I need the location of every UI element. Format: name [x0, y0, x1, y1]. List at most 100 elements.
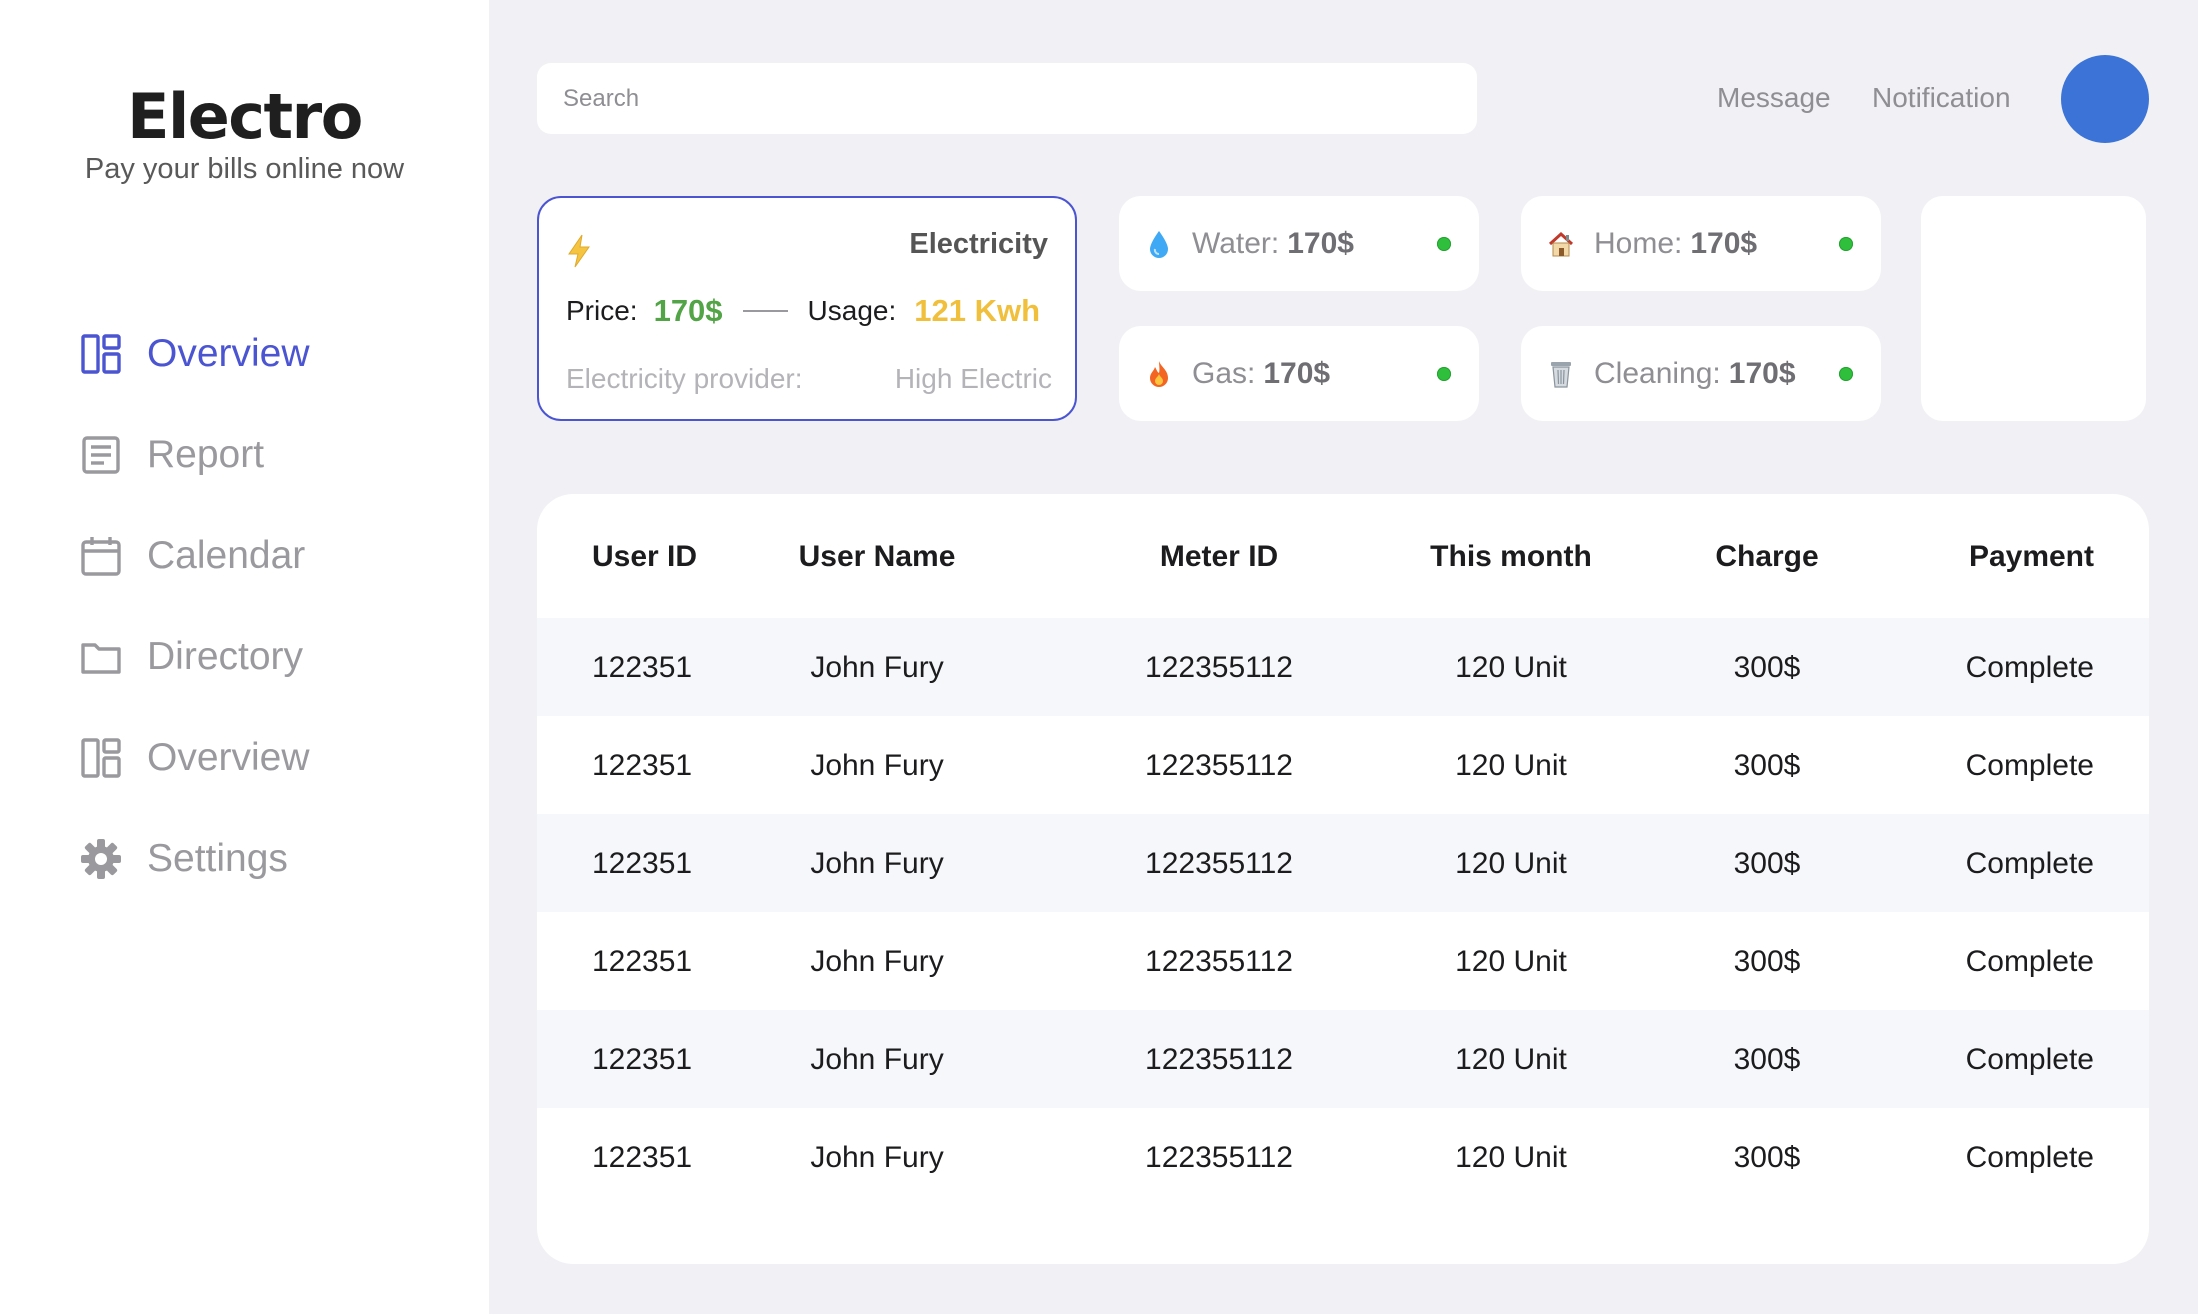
cell-text: 122355112 — [1145, 945, 1293, 978]
table-row[interactable]: 122351 John Fury 122355112 120 Unit 300$ Comp… — [537, 618, 2149, 716]
electricity-summary: Price: 170$ Usage: 121 Kwh — [566, 293, 1052, 329]
status-dot — [1437, 236, 1451, 251]
column-header-label: Charge — [1715, 540, 1819, 573]
column-header-label: This month — [1430, 540, 1592, 573]
column-header-payment: Payment — [1968, 540, 2094, 573]
sidebar-item-overview-2[interactable]: Overview — [80, 723, 310, 793]
bill-label: Water: — [1192, 226, 1280, 260]
water-drop-icon — [1150, 230, 1168, 258]
gear-icon — [81, 839, 121, 879]
cleaning-card[interactable]: Cleaning: 170$ — [1521, 326, 1881, 421]
cell-text: 122355112 — [1145, 847, 1293, 880]
sidebar-item-label: Overview — [147, 332, 310, 375]
price-label: Price: — [566, 295, 638, 326]
cell-text: 120 Unit — [1455, 749, 1567, 782]
cell-text: Complete — [1965, 1141, 2094, 1174]
sidebar-item-calendar[interactable]: Calendar — [80, 521, 310, 591]
sidebar-item-label: Overview — [147, 736, 310, 779]
cell-text: 122351 — [592, 945, 693, 978]
sidebar-item-label: Settings — [147, 837, 288, 880]
cell-text: 122355112 — [1145, 1043, 1293, 1076]
folder-icon — [81, 643, 121, 674]
brand-title: Electro — [127, 80, 363, 153]
table-row[interactable]: 122351 John Fury 122355112 120 Unit 300$ Comp… — [537, 1108, 2149, 1206]
cell-text: 120 Unit — [1455, 651, 1567, 684]
cell-text: 122351 — [592, 651, 693, 684]
cell-text: John Fury — [810, 847, 944, 880]
brand-subtitle: Pay your bills online now — [84, 153, 405, 185]
sidebar-item-label: Directory — [147, 635, 304, 678]
cell-text: 300$ — [1733, 847, 1801, 880]
cell-text: Complete — [1965, 749, 2094, 782]
column-header-label: User Name — [798, 540, 956, 573]
empty-card — [1921, 196, 2146, 421]
table-header: User ID User Name Meter ID This month Ch… — [537, 494, 2149, 618]
cell-text: 300$ — [1733, 945, 1801, 978]
provider-label: Electricity provider: — [566, 363, 803, 394]
fire-icon — [1150, 360, 1168, 387]
usage-value: 121 Kwh — [914, 293, 1041, 328]
cell-text: 122351 — [592, 1043, 693, 1076]
trash-bin-icon — [1551, 361, 1571, 388]
user-id-cell: 122351 — [592, 1141, 692, 1175]
table-row[interactable]: 122351 John Fury 122355112 120 Unit 300$ Comp… — [537, 814, 2149, 912]
bill-label: Home: — [1594, 226, 1683, 260]
table-row[interactable]: 122351 John Fury 122355112 120 Unit 300$ Comp… — [537, 1010, 2149, 1108]
electricity-provider: Electricity provider: High Electric — [566, 363, 1052, 395]
user-id-cell: 122351 — [592, 945, 692, 979]
user-id-cell: 122351 — [592, 1043, 692, 1077]
avatar[interactable] — [2061, 55, 2149, 143]
sidebar-item-directory[interactable]: Directory — [80, 622, 310, 692]
cell-text: 122351 — [592, 749, 693, 782]
status-dot — [1437, 366, 1451, 381]
price-value: 170$ — [653, 293, 723, 328]
cell-text: 122351 — [592, 1141, 693, 1174]
cell-text: John Fury — [810, 945, 944, 978]
electricity-card[interactable]: Electricity Price: 170$ Usage: 121 Kwh E… — [537, 196, 1077, 421]
cell-text: 120 Unit — [1455, 1141, 1567, 1174]
bill-label: Cleaning: — [1594, 356, 1721, 390]
cell-text: 120 Unit — [1455, 945, 1567, 978]
cell-text: Complete — [1965, 847, 2094, 880]
water-card[interactable]: Water: 170$ — [1119, 196, 1479, 291]
sidebar-item-label: Report — [147, 433, 265, 476]
cell-text: 122355112 — [1145, 1141, 1293, 1174]
calendar-icon — [81, 537, 121, 576]
sidebar-item-report[interactable]: Report — [80, 420, 310, 490]
bill-value: 170$ — [1690, 226, 1758, 260]
table-row[interactable]: 122351 John Fury 122355112 120 Unit 300$ Comp… — [537, 912, 2149, 1010]
home-card[interactable]: Home: 170$ — [1521, 196, 1881, 291]
status-dot — [1839, 236, 1853, 251]
payment-cell: Complete — [1966, 749, 2094, 783]
column-header-label: Meter ID — [1159, 540, 1279, 573]
notification-link[interactable]: Notification — [1872, 82, 2011, 114]
cell-text: 300$ — [1733, 651, 1801, 684]
column-header-user-id: User ID — [592, 540, 698, 573]
dashboard-icon — [81, 738, 121, 778]
sidebar-item-settings[interactable]: Settings — [80, 824, 310, 894]
user-id-cell: 122351 — [592, 651, 692, 685]
status-dot — [1839, 366, 1853, 381]
message-link[interactable]: Message — [1717, 82, 1831, 114]
sidebar-item-overview[interactable]: Overview — [80, 319, 310, 389]
cell-text: 122351 — [592, 847, 693, 880]
cell-text: John Fury — [810, 651, 944, 684]
provider-value: High Electric — [894, 363, 1052, 394]
cell-text: 300$ — [1733, 749, 1801, 782]
billing-table: User ID User Name Meter ID This month Ch… — [537, 494, 2149, 1264]
gas-card[interactable]: Gas: 170$ — [1119, 326, 1479, 421]
bill-label: Gas: — [1192, 356, 1256, 390]
table-row[interactable]: 122351 John Fury 122355112 120 Unit 300$ Comp… — [537, 716, 2149, 814]
payment-cell: Complete — [1966, 651, 2094, 685]
bill-value: 170$ — [1728, 356, 1796, 390]
search-bar — [537, 63, 1477, 134]
payment-cell: Complete — [1966, 945, 2094, 979]
cell-text: John Fury — [810, 1141, 944, 1174]
sidebar-item-label: Calendar — [147, 534, 306, 577]
cell-text: 300$ — [1733, 1043, 1801, 1076]
payment-cell: Complete — [1966, 847, 2094, 881]
user-id-cell: 122351 — [592, 749, 692, 783]
payment-cell: Complete — [1966, 1043, 2094, 1077]
search-input[interactable] — [563, 84, 1451, 113]
cell-text: John Fury — [810, 1043, 944, 1076]
